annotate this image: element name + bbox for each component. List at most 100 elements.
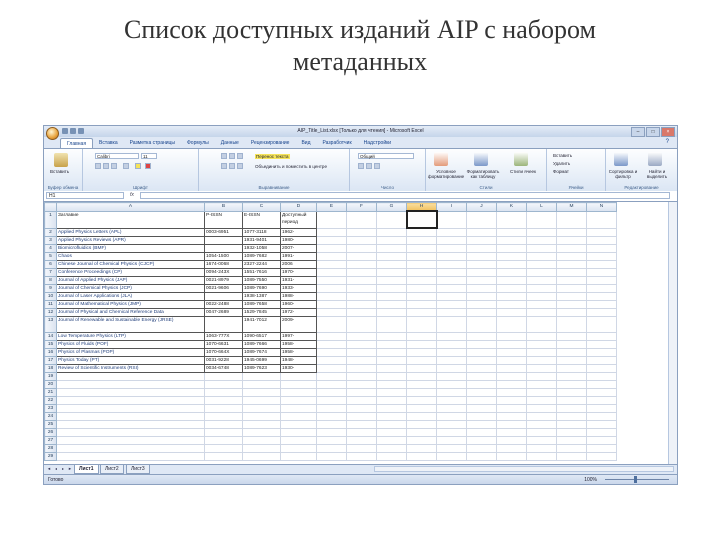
cell[interactable] [316,348,347,357]
cell[interactable] [406,260,437,269]
cell[interactable] [406,300,437,309]
cell[interactable]: 1077-3118 [242,227,281,237]
cell[interactable]: Journal of Mathematical Physics (JMP) [56,300,205,309]
cell[interactable] [496,444,527,453]
cell[interactable] [436,316,467,333]
cell[interactable] [466,332,497,341]
cell[interactable] [466,260,497,269]
ribbon-tab[interactable]: Данные [215,138,245,148]
cell[interactable] [280,420,317,429]
cell[interactable] [526,444,557,453]
cell[interactable] [556,236,587,245]
cell[interactable] [586,308,617,317]
cell[interactable] [242,420,281,429]
row-header[interactable]: 26 [44,428,57,437]
cell[interactable] [56,396,205,405]
cell[interactable] [376,380,407,389]
row-header[interactable]: 21 [44,388,57,397]
cell[interactable]: Заглавие [56,210,205,229]
cell[interactable] [526,268,557,277]
cell[interactable] [496,436,527,445]
cell[interactable] [586,268,617,277]
cell[interactable] [496,316,527,333]
cell[interactable] [586,380,617,389]
cell[interactable] [56,420,205,429]
cell[interactable] [466,227,497,237]
cell[interactable] [406,388,437,397]
minimize-button[interactable]: – [631,127,645,137]
cell[interactable] [346,276,377,285]
ribbon-tab[interactable]: Надстройки [358,138,397,148]
cell[interactable] [496,372,527,381]
ribbon-tab[interactable]: Главная [60,138,94,148]
cell[interactable] [556,268,587,277]
cell[interactable] [376,436,407,445]
row-header[interactable]: 27 [44,436,57,445]
merge-center-button[interactable]: Объединить и поместить в центре [255,164,327,169]
cell[interactable] [376,284,407,293]
cell[interactable] [316,316,347,333]
cell[interactable] [556,252,587,261]
cell[interactable] [376,364,407,373]
cell[interactable] [466,388,497,397]
conditional-formatting-icon[interactable] [434,152,448,166]
cell[interactable] [346,340,377,349]
cell[interactable] [556,227,587,237]
next-sheet-icon[interactable]: ▸ [60,466,66,472]
cell[interactable] [496,292,527,301]
cell[interactable]: Journal of Physical and Chemical Referen… [56,308,205,317]
cell[interactable] [346,308,377,317]
row-header[interactable]: 5 [44,252,57,261]
cell[interactable] [204,404,243,413]
cell[interactable] [406,284,437,293]
cell[interactable] [466,404,497,413]
cell[interactable] [376,388,407,397]
cell[interactable] [346,436,377,445]
cell[interactable]: 1932-1058 [242,244,281,253]
cell[interactable] [436,244,467,253]
font-name-select[interactable]: Calibri [95,153,139,159]
cell[interactable]: Journal of Chemical Physics (JCP) [56,284,205,293]
row-header[interactable]: 23 [44,404,57,413]
cell[interactable]: 1958- [280,348,317,357]
cell[interactable] [586,227,617,237]
sort-filter-button[interactable]: Сортировка и фильтр [608,169,638,179]
cell[interactable] [376,210,407,229]
cell[interactable]: 1980- [280,236,317,245]
column-header[interactable]: B [204,202,243,212]
cell[interactable]: Journal of Laser Applications (JLA) [56,292,205,301]
cell[interactable] [316,388,347,397]
cell[interactable] [346,428,377,437]
cell[interactable] [466,420,497,429]
column-header[interactable]: K [496,202,527,212]
cell[interactable] [496,300,527,309]
row-header[interactable]: 6 [44,260,57,269]
row-header[interactable]: 25 [44,420,57,429]
cell[interactable] [556,316,587,333]
delete-cells-button[interactable]: Удалить [553,161,570,166]
cell-styles-icon[interactable] [514,152,528,166]
maximize-button[interactable]: □ [646,127,660,137]
currency-icon[interactable] [358,163,364,169]
cell[interactable] [316,396,347,405]
cell[interactable] [436,388,467,397]
cell[interactable] [526,308,557,317]
cell[interactable]: P-ISSN [204,210,243,229]
cell[interactable] [406,227,437,237]
cell[interactable] [204,436,243,445]
row-header[interactable]: 15 [44,340,57,349]
cell[interactable] [204,420,243,429]
cell[interactable]: 2327-2244 [242,260,281,269]
cell[interactable] [406,436,437,445]
cell[interactable] [436,428,467,437]
cell[interactable] [526,316,557,333]
cell[interactable] [496,268,527,277]
cell[interactable] [316,380,347,389]
cell[interactable]: Journal of Applied Physics (JAP) [56,276,205,285]
cell[interactable] [376,276,407,285]
cell[interactable] [204,396,243,405]
cell[interactable] [346,332,377,341]
cell[interactable] [436,276,467,285]
cell[interactable] [436,436,467,445]
cell[interactable] [466,452,497,461]
